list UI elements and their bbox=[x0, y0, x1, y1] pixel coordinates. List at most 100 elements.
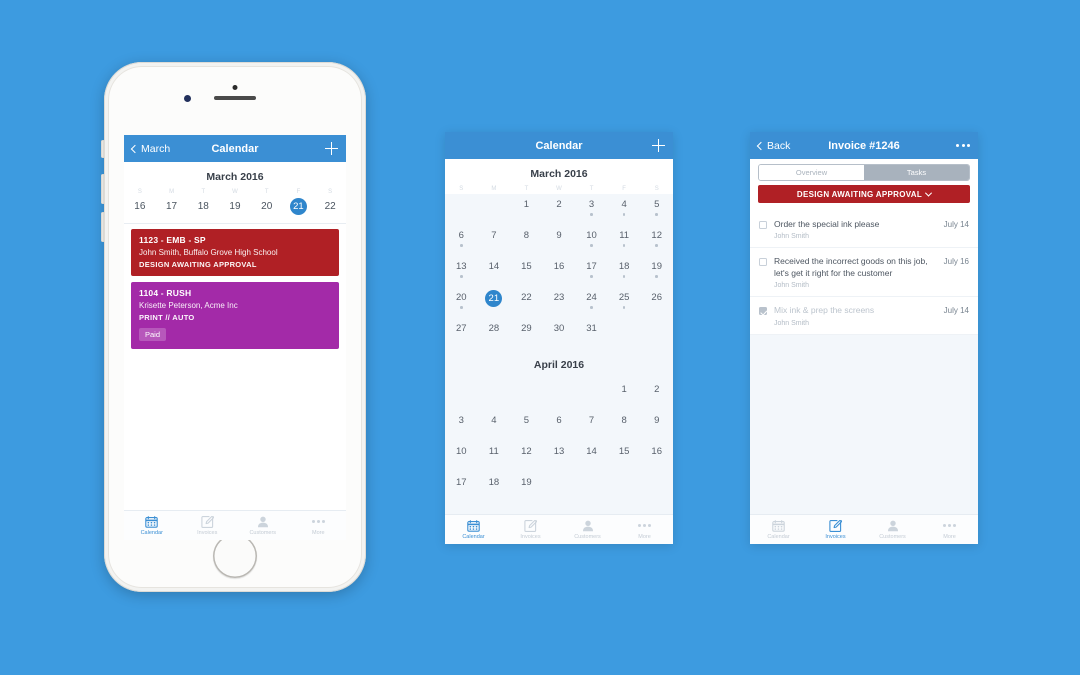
task-date: July 16 bbox=[943, 257, 969, 267]
calendar-day[interactable]: 22 bbox=[510, 287, 543, 318]
calendar-day[interactable]: 24 bbox=[575, 287, 608, 318]
calendar-day[interactable]: 5 bbox=[640, 194, 673, 225]
calendar-day[interactable]: 6 bbox=[543, 410, 576, 441]
tab-label: Calendar bbox=[462, 533, 485, 540]
week-day-20[interactable]: 20 bbox=[251, 198, 283, 215]
calendar-day[interactable]: 15 bbox=[510, 256, 543, 287]
calendar-day[interactable]: 17 bbox=[575, 256, 608, 287]
plus-icon[interactable] bbox=[652, 139, 665, 152]
calendar-day[interactable]: 28 bbox=[478, 318, 511, 349]
calendar-day[interactable]: 13 bbox=[445, 256, 478, 287]
calendar-day[interactable]: 18 bbox=[478, 472, 511, 503]
event-card[interactable]: 1104 - RUSH Krisette Peterson, Acme Inc PR… bbox=[131, 282, 339, 349]
week-day-18[interactable]: 18 bbox=[187, 198, 219, 215]
task-row[interactable]: Order the special ink please John Smith Ju… bbox=[750, 211, 978, 249]
day-number: 30 bbox=[553, 323, 565, 334]
calendar-day[interactable]: 17 bbox=[445, 472, 478, 503]
calendar-day[interactable]: 19 bbox=[510, 472, 543, 503]
calendar-day[interactable]: 14 bbox=[478, 256, 511, 287]
calendar-day[interactable]: 27 bbox=[445, 318, 478, 349]
tab-more[interactable]: More bbox=[921, 515, 978, 544]
status-dropdown-button[interactable]: DESIGN AWAITING APPROVAL bbox=[758, 185, 970, 203]
segmented-control[interactable]: Overview Tasks bbox=[758, 164, 970, 181]
event-card[interactable]: 1123 - EMB - SP John Smith, Buffalo Grove… bbox=[131, 229, 339, 276]
week-day-22[interactable]: 22 bbox=[314, 198, 346, 215]
segment-tasks[interactable]: Tasks bbox=[864, 165, 969, 180]
day-number: 8 bbox=[621, 415, 627, 426]
calendar-day[interactable]: 8 bbox=[510, 225, 543, 256]
calendar-day[interactable]: 10 bbox=[445, 441, 478, 472]
tab-customers[interactable]: Customers bbox=[559, 515, 616, 544]
calendar-day[interactable]: 8 bbox=[608, 410, 641, 441]
volume-up-button[interactable] bbox=[101, 174, 104, 204]
calendar-day[interactable]: 16 bbox=[543, 256, 576, 287]
calendar-day[interactable]: 1 bbox=[510, 194, 543, 225]
calendar-day[interactable]: 14 bbox=[575, 441, 608, 472]
calendar-day[interactable]: 9 bbox=[543, 225, 576, 256]
calendar-day[interactable]: 30 bbox=[543, 318, 576, 349]
task-checkbox[interactable] bbox=[759, 221, 767, 229]
tab-calendar[interactable]: Calendar bbox=[124, 511, 180, 540]
calendar-day[interactable]: 3 bbox=[445, 410, 478, 441]
phone1-tabbar[interactable]: Calendar Invoices Customers More bbox=[124, 510, 346, 540]
calendar-day[interactable]: 31 bbox=[575, 318, 608, 349]
calendar-day[interactable]: 26 bbox=[640, 287, 673, 318]
tab-more[interactable]: More bbox=[616, 515, 673, 544]
week-day-17[interactable]: 17 bbox=[156, 198, 188, 215]
calendar-day[interactable]: 4 bbox=[478, 410, 511, 441]
week-day-strip[interactable]: 16 17 18 19 20 21 22 bbox=[124, 197, 346, 224]
segment-overview[interactable]: Overview bbox=[759, 165, 864, 180]
calendar-day[interactable]: 4 bbox=[608, 194, 641, 225]
silent-switch[interactable] bbox=[101, 140, 104, 158]
tab-customers[interactable]: Customers bbox=[235, 511, 291, 540]
back-button[interactable]: Back bbox=[756, 140, 790, 152]
week-day-19[interactable]: 19 bbox=[219, 198, 251, 215]
tab-calendar[interactable]: Calendar bbox=[750, 515, 807, 544]
task-checkbox[interactable] bbox=[759, 307, 767, 316]
calendar-day[interactable]: 11 bbox=[608, 225, 641, 256]
calendar-day-selected[interactable]: 21 bbox=[478, 287, 511, 318]
tab-calendar[interactable]: Calendar bbox=[445, 515, 502, 544]
tab-invoices[interactable]: Invoices bbox=[807, 515, 864, 544]
calendar-day[interactable]: 12 bbox=[640, 225, 673, 256]
calendar-day[interactable]: 11 bbox=[478, 441, 511, 472]
calendar-day[interactable]: 12 bbox=[510, 441, 543, 472]
calendar-day[interactable]: 5 bbox=[510, 410, 543, 441]
task-row[interactable]: Received the incorrect goods on this job… bbox=[750, 248, 978, 298]
plus-icon[interactable] bbox=[325, 142, 338, 155]
calendar-day[interactable]: 7 bbox=[478, 225, 511, 256]
phone2-tabbar[interactable]: Calendar Invoices Customers More bbox=[445, 514, 673, 544]
calendar-day[interactable]: 29 bbox=[510, 318, 543, 349]
calendar-day[interactable]: 13 bbox=[543, 441, 576, 472]
back-button[interactable]: March bbox=[130, 143, 170, 155]
calendar-day[interactable]: 18 bbox=[608, 256, 641, 287]
calendar-day[interactable]: 23 bbox=[543, 287, 576, 318]
task-checkbox[interactable] bbox=[759, 258, 767, 267]
volume-down-button[interactable] bbox=[101, 212, 104, 242]
tab-customers[interactable]: Customers bbox=[864, 515, 921, 544]
calendar-day[interactable]: 16 bbox=[640, 441, 673, 472]
calendar-day[interactable]: 6 bbox=[445, 225, 478, 256]
calendar-day[interactable]: 19 bbox=[640, 256, 673, 287]
calendar-day[interactable]: 2 bbox=[543, 194, 576, 225]
empty-cell bbox=[478, 194, 511, 225]
calendar-day[interactable]: 7 bbox=[575, 410, 608, 441]
tab-invoices[interactable]: Invoices bbox=[180, 511, 236, 540]
calendar-day[interactable]: 25 bbox=[608, 287, 641, 318]
month-grid-scroll[interactable]: 1 2 3 4 5 6 7 8 9 10 11 12 13 14 15 16 17 18 19 20 21 22 23 24 2… bbox=[445, 194, 673, 514]
task-row[interactable]: Mix ink & prep the screens John Smith July… bbox=[750, 297, 978, 335]
tab-more[interactable]: More bbox=[291, 511, 347, 540]
calendar-day[interactable]: 2 bbox=[640, 379, 673, 410]
calendar-day[interactable]: 3 bbox=[575, 194, 608, 225]
home-button[interactable] bbox=[213, 534, 257, 578]
calendar-day[interactable]: 10 bbox=[575, 225, 608, 256]
calendar-day[interactable]: 1 bbox=[608, 379, 641, 410]
week-day-16[interactable]: 16 bbox=[124, 198, 156, 215]
ellipsis-icon[interactable] bbox=[956, 144, 970, 147]
calendar-day[interactable]: 15 bbox=[608, 441, 641, 472]
tab-invoices[interactable]: Invoices bbox=[502, 515, 559, 544]
calendar-day[interactable]: 20 bbox=[445, 287, 478, 318]
phone3-tabbar[interactable]: Calendar Invoices Customers More bbox=[750, 514, 978, 544]
week-day-21[interactable]: 21 bbox=[283, 198, 315, 215]
calendar-day[interactable]: 9 bbox=[640, 410, 673, 441]
